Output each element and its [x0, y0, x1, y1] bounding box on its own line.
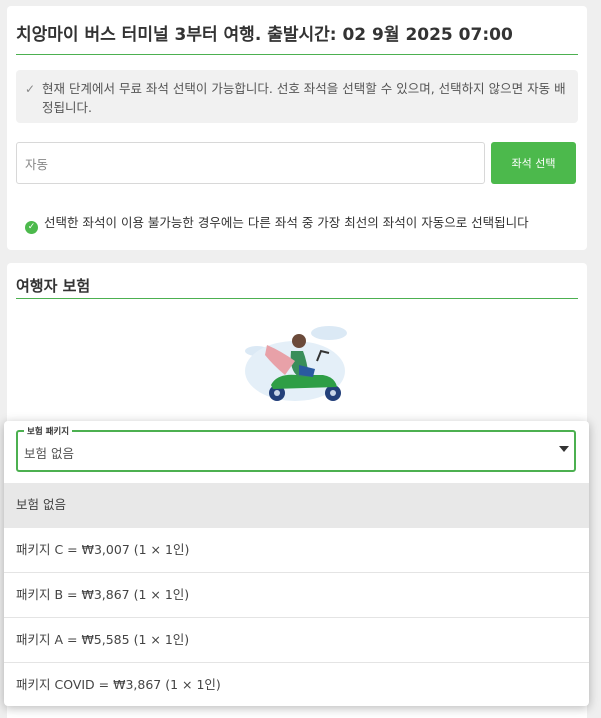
seat-fallback-note: ✓ 선택한 좌석이 이용 불가능한 경우에는 다른 좌석 중 가장 최선의 좌석이…: [25, 212, 578, 234]
select-seat-button[interactable]: 좌석 선택: [491, 142, 576, 184]
trip-title: 치앙마이 버스 터미널 3부터 여행. 출발시간: 02 9월 2025 07:…: [16, 25, 513, 45]
option-package-c[interactable]: 패키지 C = ₩3,007 (1 × 1인): [4, 528, 589, 573]
scooter-rider-illustration: [245, 326, 347, 401]
insurance-package-value: 보험 없음: [24, 446, 74, 461]
option-package-a[interactable]: 패키지 A = ₩5,585 (1 × 1인): [4, 618, 589, 663]
free-seat-info-box: ✓ 현재 단계에서 무료 좌석 선택이 가능합니다. 선호 좌석을 선택할 수 …: [16, 70, 578, 123]
insurance-package-dropdown: 보험 패키지 보험 없음 보험 없음 패키지 C = ₩3,007 (1 × 1…: [4, 421, 589, 706]
insurance-options-list: 보험 없음 패키지 C = ₩3,007 (1 × 1인) 패키지 B = ₩3…: [4, 483, 589, 706]
insurance-package-label: 보험 패키지: [24, 425, 73, 437]
insurance-title-divider: [16, 298, 578, 299]
seat-fallback-note-text: 선택한 좌석이 이용 불가능한 경우에는 다른 좌석 중 가장 최선의 좌석이 …: [44, 215, 529, 230]
caret-down-icon[interactable]: [559, 446, 569, 452]
seat-selection-card: 치앙마이 버스 터미널 3부터 여행. 출발시간: 02 9월 2025 07:…: [7, 6, 587, 250]
insurance-title: 여행자 보험: [16, 277, 91, 295]
check-icon: ✓: [25, 82, 36, 96]
free-seat-info-text: 현재 단계에서 무료 좌석 선택이 가능합니다. 선호 좌석을 선택할 수 있으…: [42, 81, 566, 115]
option-package-b[interactable]: 패키지 B = ₩3,867 (1 × 1인): [4, 573, 589, 618]
option-no-insurance[interactable]: 보험 없음: [4, 483, 589, 528]
check-circle-icon: ✓: [25, 221, 38, 234]
title-divider: [16, 54, 578, 55]
insurance-package-select[interactable]: 보험 패키지 보험 없음: [16, 425, 576, 472]
option-package-covid[interactable]: 패키지 COVID = ₩3,867 (1 × 1인): [4, 663, 589, 706]
seat-input[interactable]: [16, 142, 485, 184]
